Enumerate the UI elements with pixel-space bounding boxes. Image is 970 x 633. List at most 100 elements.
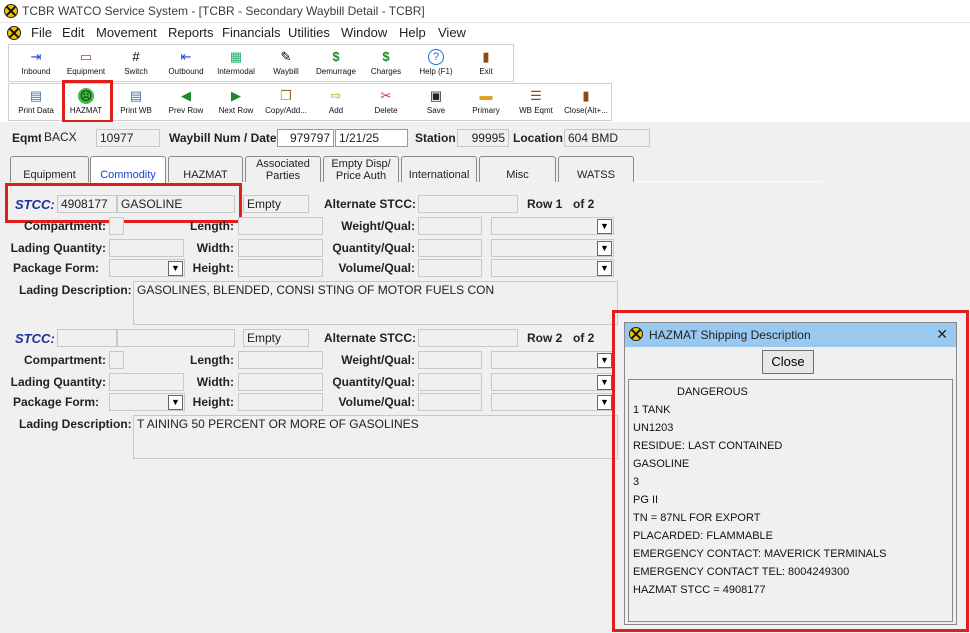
menu-help[interactable]: Help	[399, 25, 426, 40]
menu-window[interactable]: Window	[341, 25, 387, 40]
chevron-down-icon[interactable]: ▼	[597, 375, 612, 390]
quantity-qual-select-row2[interactable]	[491, 373, 614, 391]
switch-track-icon: #	[132, 49, 140, 64]
alt-stcc-field-row2	[418, 329, 518, 347]
location-label: Location	[513, 131, 563, 145]
menu-reports[interactable]: Reports	[168, 25, 214, 40]
tab-associated-parties[interactable]: Associated Parties	[245, 156, 321, 182]
mdi-app-icon[interactable]	[7, 26, 21, 40]
waybill-button[interactable]: ✎ Waybill	[261, 45, 311, 81]
row-total-row2: of 2	[573, 331, 595, 345]
height-field-row1	[238, 259, 323, 277]
switch-button[interactable]: # Switch	[111, 45, 161, 81]
volume-qual-label-row2: Volume/Qual:	[338, 395, 415, 409]
volume-qual-select-row2[interactable]	[491, 393, 614, 411]
menu-view[interactable]: View	[438, 25, 466, 40]
delete-button[interactable]: ✂ Delete	[361, 84, 411, 120]
intermodal-button[interactable]: ▦ Intermodal	[211, 45, 261, 81]
tab-watss[interactable]: WATSS	[558, 156, 634, 182]
package-form-label-row2: Package Form:	[12, 395, 99, 409]
compartment-label-row1: Compartment:	[23, 219, 106, 233]
wb-eqmt-button[interactable]: ☰ WB Eqmt	[511, 84, 561, 120]
weight-qual-select-row1[interactable]	[491, 217, 614, 235]
lading-desc-row1: GASOLINES, BLENDED, CONSI STING OF MOTOR…	[133, 281, 618, 325]
charges-button[interactable]: $ Charges	[361, 45, 411, 81]
stcc-label-row1: STCC:	[15, 197, 55, 212]
width-label-row2: Width:	[196, 375, 234, 389]
hazmat-line: PLACARDED: FLAMMABLE	[633, 530, 773, 542]
chevron-down-icon[interactable]: ▼	[597, 395, 612, 410]
tab-misc[interactable]: Misc	[479, 156, 556, 182]
width-field-row2	[238, 373, 323, 391]
stcc-code-row1: 4908177	[57, 195, 117, 213]
menu-movement[interactable]: Movement	[96, 25, 157, 40]
stcc-code-row2	[57, 329, 117, 347]
menu-financials[interactable]: Financials	[222, 25, 281, 40]
tab-empty-disp-price-auth[interactable]: Empty Disp/ Price Auth	[323, 156, 399, 182]
waybill-date-input[interactable]: 1/21/25	[335, 129, 408, 147]
tab-strip-line	[634, 181, 821, 182]
empty-field-row1: Empty	[243, 195, 309, 213]
dialog-title-bar[interactable]: HAZMAT Shipping Description ✕	[625, 323, 956, 347]
quantity-qual-label-row1: Quantity/Qual:	[332, 241, 415, 255]
chevron-down-icon[interactable]: ▼	[597, 241, 612, 256]
add-button[interactable]: ⇨ Add	[311, 84, 361, 120]
width-field-row1	[238, 239, 323, 257]
row-indicator-row1: Row 1	[527, 197, 563, 211]
save-button[interactable]: ▣ Save	[411, 84, 461, 120]
weight-qual-select-row2[interactable]	[491, 351, 614, 369]
demurrage-button[interactable]: $ Demurrage	[311, 45, 361, 81]
outbound-button[interactable]: ⇤ Outbound	[161, 45, 211, 81]
list-icon: ☰	[530, 88, 542, 103]
dialog-close-button[interactable]: Close	[762, 350, 814, 374]
height-label-row2: Height:	[192, 395, 234, 409]
window-title: TCBR WATCO Service System - [TCBR - Seco…	[22, 4, 425, 18]
app-logo-icon	[629, 327, 643, 341]
tab-international[interactable]: International	[401, 156, 477, 182]
equipment-button[interactable]: ▭ Equipment	[61, 45, 111, 81]
chevron-down-icon[interactable]: ▼	[597, 353, 612, 368]
save-disk-icon: ▣	[429, 88, 443, 103]
intermodal-icon: ▦	[229, 49, 243, 64]
stcc-desc-row1: GASOLINE	[117, 195, 235, 213]
station-label: Station	[415, 131, 456, 145]
compartment-field-row2	[109, 351, 124, 369]
menu-file[interactable]: File	[31, 25, 52, 40]
menu-utilities[interactable]: Utilities	[288, 25, 330, 40]
tab-equipment[interactable]: Equipment	[10, 156, 89, 182]
exit-door-icon: ▮	[482, 49, 490, 64]
railcar-icon: ▭	[79, 49, 93, 64]
weight-qual-label-row2: Weight/Qual:	[341, 353, 415, 367]
row-total-row1: of 2	[573, 197, 595, 211]
weight-qual-label-row1: Weight/Qual:	[341, 219, 415, 233]
hazmat-button[interactable]: ☹ HAZMAT	[61, 84, 111, 120]
quantity-field-row1	[418, 239, 482, 257]
help-icon: ?	[428, 49, 444, 65]
tab-commodity[interactable]: Commodity	[90, 156, 166, 183]
title-bar: TCBR WATCO Service System - [TCBR - Seco…	[0, 0, 970, 23]
volume-qual-label-row1: Volume/Qual:	[338, 261, 415, 275]
close-button[interactable]: ▮ Close(Alt+...	[561, 84, 611, 120]
volume-qual-select-row1[interactable]	[491, 259, 614, 277]
chevron-down-icon[interactable]: ▼	[597, 261, 612, 276]
prev-row-button[interactable]: ◀ Prev Row	[161, 84, 211, 120]
tab-hazmat[interactable]: HAZMAT	[168, 156, 243, 182]
print-wb-button[interactable]: ▤ Print WB	[111, 84, 161, 120]
hazmat-line: EMERGENCY CONTACT TEL: 8004249300	[633, 566, 850, 578]
inbound-button[interactable]: ⇥ Inbound	[11, 45, 61, 81]
menu-edit[interactable]: Edit	[62, 25, 84, 40]
print-data-button[interactable]: ▤ Print Data	[11, 84, 61, 120]
folder-icon: ▬	[479, 88, 493, 103]
quantity-qual-select-row1[interactable]	[491, 239, 614, 257]
length-field-row1	[238, 217, 323, 235]
primary-button[interactable]: ▬ Primary	[461, 84, 511, 120]
copy-add-button[interactable]: ❐ Copy/Add...	[261, 84, 311, 120]
help-button[interactable]: ? Help (F1)	[411, 45, 461, 81]
chevron-down-icon[interactable]: ▼	[597, 219, 612, 234]
alt-stcc-label-row1: Alternate STCC:	[324, 197, 417, 211]
waybill-icon: ✎	[280, 49, 292, 64]
exit-button[interactable]: ▮ Exit	[461, 45, 511, 81]
waybill-number-input[interactable]: 979797	[277, 129, 334, 147]
next-row-button[interactable]: ▶ Next Row	[211, 84, 261, 120]
close-icon[interactable]: ✕	[936, 326, 948, 343]
